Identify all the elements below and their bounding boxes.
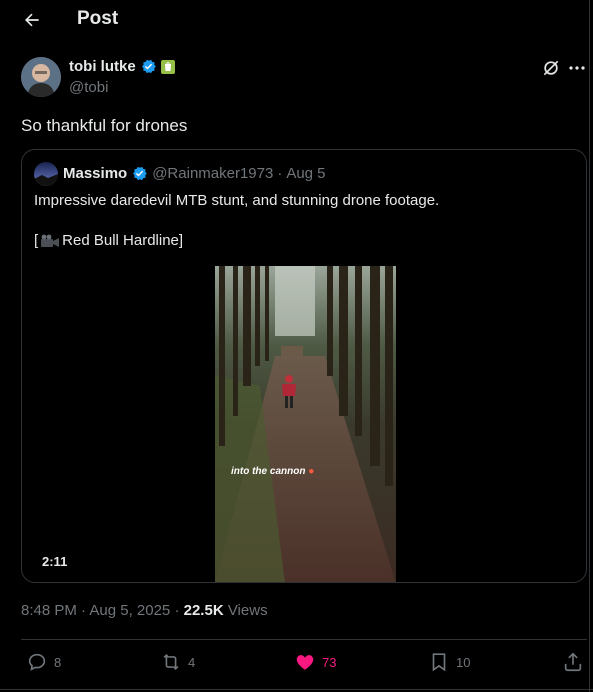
- post-detail-view: Post tobi lutke @tobi So thankful for dr…: [0, 0, 593, 692]
- bookmark-icon: [432, 653, 446, 672]
- reply-button[interactable]: 8: [26, 651, 61, 673]
- back-button[interactable]: [18, 6, 46, 34]
- bookmark-button[interactable]: 10: [428, 651, 470, 673]
- heart-filled-icon: [296, 655, 314, 670]
- quote-separator: ·: [277, 165, 283, 182]
- author-name[interactable]: tobi lutke: [69, 58, 136, 75]
- repost-count: 4: [188, 654, 196, 670]
- post-timestamp[interactable]: 8:48 PM · Aug 5, 2025: [21, 602, 170, 619]
- verified-badge-icon: [133, 166, 147, 181]
- post-meta: 8:48 PM · Aug 5, 2025 · 22.5K Views: [21, 602, 268, 619]
- quote-author-name[interactable]: Massimo: [63, 165, 127, 182]
- quote-date[interactable]: Aug 5: [286, 165, 325, 182]
- ellipsis-icon: [569, 66, 585, 70]
- views-count: 22.5K: [183, 602, 224, 619]
- avatar-image: [34, 162, 58, 186]
- affiliate-badge-icon[interactable]: [160, 59, 175, 74]
- verified-badge-icon: [141, 59, 156, 74]
- author-handle[interactable]: @tobi: [69, 79, 108, 96]
- avatar-image: [21, 57, 61, 97]
- top-bar: Post: [0, 0, 590, 40]
- share-icon: [564, 652, 582, 672]
- quote-text-title: Red Bull Hardline]: [62, 232, 184, 249]
- quote-header: Massimo @Rainmaker1973 · Aug 5: [63, 165, 326, 182]
- quoted-post[interactable]: Massimo @Rainmaker1973 · Aug 5 Impressiv…: [21, 149, 587, 583]
- like-count: 73: [322, 654, 337, 670]
- quote-text-line1: Impressive daredevil MTB stunt, and stun…: [34, 192, 440, 209]
- quote-author-handle: @Rainmaker1973: [152, 165, 274, 182]
- page-title: Post: [77, 8, 119, 29]
- post-text: So thankful for drones: [21, 116, 188, 135]
- views-label: Views: [227, 602, 268, 619]
- reply-count: 8: [54, 654, 62, 670]
- more-options-button[interactable]: [567, 58, 587, 78]
- quote-text-bracket: [: [34, 232, 39, 249]
- repost-button[interactable]: 4: [160, 651, 195, 673]
- grok-icon: [543, 60, 559, 76]
- forest-trail-video-frame: [215, 266, 396, 582]
- bookmark-count: 10: [456, 654, 471, 670]
- share-button[interactable]: [562, 651, 584, 673]
- quote-video[interactable]: into the cannon ●: [215, 266, 396, 582]
- divider: [21, 639, 587, 640]
- quote-author-avatar[interactable]: [34, 162, 58, 186]
- movie-camera-emoji-icon: [41, 234, 60, 247]
- meta-separator: ·: [174, 602, 184, 619]
- bottom-divider: [0, 689, 593, 690]
- author-name-row: tobi lutke: [69, 58, 175, 75]
- quote-text-line2: [ Red Bull Hardline]: [34, 232, 183, 249]
- grok-button[interactable]: [541, 58, 561, 78]
- author-avatar[interactable]: [21, 57, 61, 97]
- reply-icon: [28, 653, 46, 671]
- repost-icon: [163, 653, 179, 671]
- video-caption: into the cannon ●: [231, 466, 315, 477]
- like-button[interactable]: 73: [294, 651, 336, 673]
- arrow-left-icon: [25, 13, 39, 27]
- video-duration: 2:11: [42, 554, 68, 569]
